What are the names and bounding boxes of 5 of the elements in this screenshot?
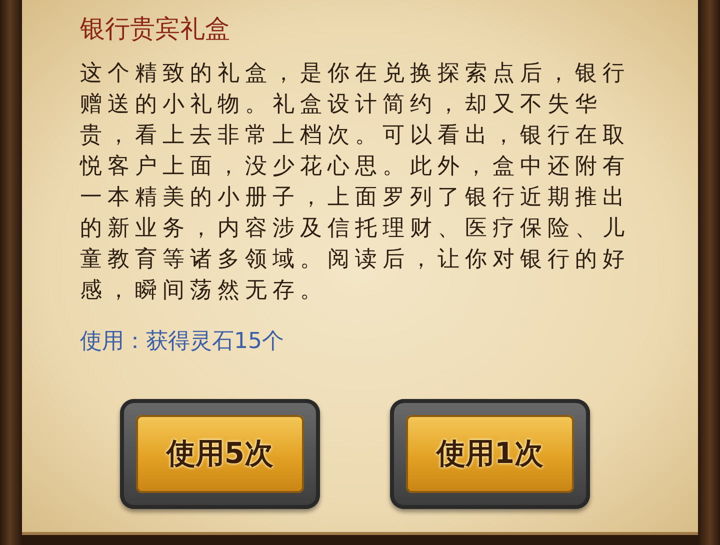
use-button[interactable]: 使用1次 [390, 399, 590, 509]
item-description: 这个精致的礼盒，是你在兑换探索点后，银行赠送的小礼物。礼盒设计简约，却又不失华贵，看上去非常上档次。可以看出，银行在取悦客户上面，没少花心思。此外，盒中还附有一本精美的小册子，上面罗列了银行近期推出的新业务，内容涉及信托理财、医疗保险、儿童教育等诸多领域。阅读后，让你对银行的好感，瞬间荡然无存。 [80, 60, 631, 305]
usage-text: 使用：获得灵石15个 [80, 328, 285, 356]
item-title: 银行贵宾礼盒 [80, 13, 231, 45]
use-button[interactable]: 使用5次 [120, 399, 320, 509]
